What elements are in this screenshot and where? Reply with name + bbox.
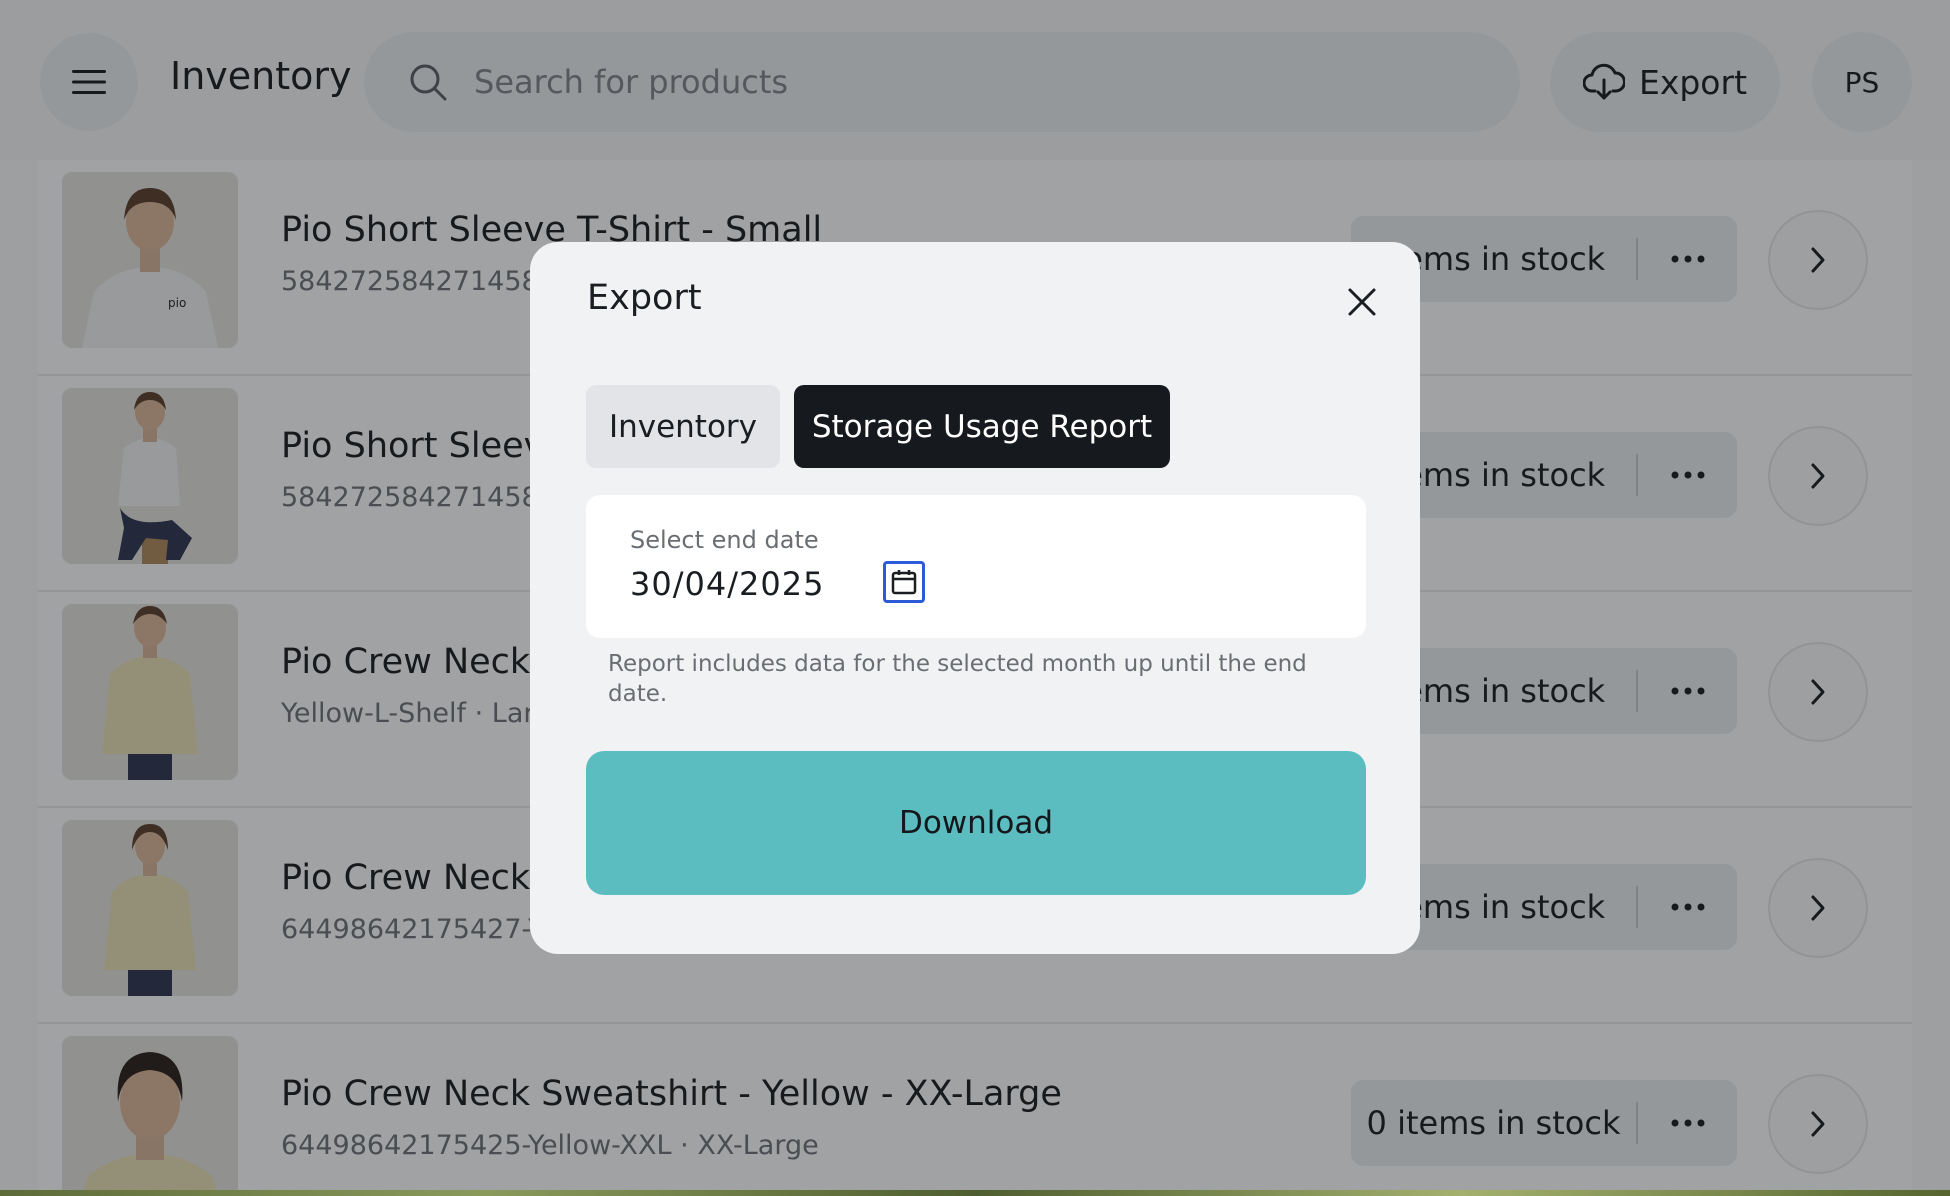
end-date-label: Select end date: [630, 526, 819, 554]
calendar-picker-button[interactable]: [883, 561, 925, 603]
tab-storage-usage-report[interactable]: Storage Usage Report: [794, 385, 1170, 468]
background-image-strip: [0, 1190, 1950, 1196]
calendar-icon: [891, 570, 917, 595]
tab-inventory[interactable]: Inventory: [586, 385, 780, 468]
download-button[interactable]: Download: [586, 751, 1366, 895]
export-dialog: Export Inventory Storage Usage Report Se…: [530, 242, 1420, 954]
report-hint: Report includes data for the selected mo…: [608, 651, 1307, 707]
dialog-title: Export: [587, 278, 702, 318]
end-date-field[interactable]: Select end date 30/04/2025: [586, 495, 1366, 638]
end-date-input[interactable]: 30/04/2025: [630, 565, 824, 603]
app-root: Inventory Search for products Export PS: [0, 0, 1950, 1196]
close-icon: [1348, 288, 1376, 316]
close-button[interactable]: [1342, 282, 1382, 322]
